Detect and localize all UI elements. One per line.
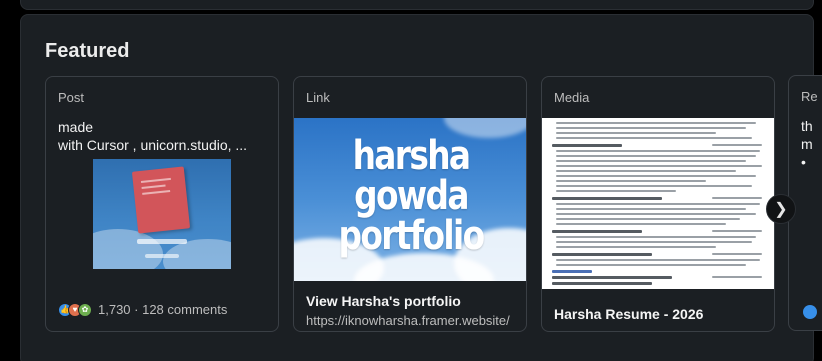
post-text: made with Cursor , unicorn.studio, ...	[58, 118, 270, 154]
resume-document-preview[interactable]	[542, 118, 774, 289]
link-headline-line-3: portfolio	[338, 213, 486, 259]
featured-link-card[interactable]: Link harsha gowda portfolio View Harsha'…	[293, 76, 527, 332]
link-headline-line-2: gowda	[354, 173, 469, 219]
peek-card-text: th m •	[801, 118, 813, 170]
link-url[interactable]: https://iknowharsha.framer.website/	[306, 313, 510, 328]
link-headline-line-1: harsha	[352, 133, 471, 179]
booklet-illustration	[131, 166, 191, 234]
reaction-comment-count: 1,730 · 128 comments	[98, 302, 228, 317]
reactions: 👍 ♥ ✿	[58, 302, 92, 317]
post-image[interactable]	[93, 159, 231, 269]
media-title[interactable]: Harsha Resume - 2026	[554, 306, 703, 322]
link-preview-image[interactable]: harsha gowda portfolio	[294, 118, 526, 281]
peek-card-type-label: Re	[801, 89, 818, 104]
featured-post-card[interactable]: Post made with Cursor , unicorn.studio, …	[45, 76, 279, 332]
featured-media-card[interactable]: Media Harsha Resume - 2026	[541, 76, 775, 332]
link-image-headline: harsha gowda portfolio	[315, 136, 507, 256]
section-title: Featured	[45, 40, 130, 62]
next-arrow-button[interactable]: ❯	[766, 194, 796, 224]
support-icon: ✿	[78, 302, 92, 317]
post-text-line-1: made	[58, 119, 94, 135]
post-image-caption	[137, 239, 187, 244]
post-text-line-2: with Cursor , unicorn.studio, ...	[58, 137, 248, 153]
card-type-label: Link	[306, 90, 330, 105]
post-image-caption-2	[145, 254, 179, 258]
card-type-label: Media	[554, 90, 590, 105]
post-stats[interactable]: 👍 ♥ ✿ 1,730 · 128 comments	[58, 302, 227, 317]
card-type-label: Post	[58, 90, 85, 105]
link-title[interactable]: View Harsha's portfolio	[306, 293, 461, 309]
previous-section-card	[20, 0, 814, 10]
featured-section: Featured Post made with Cursor , unicorn…	[20, 14, 814, 361]
like-icon	[803, 305, 817, 319]
chevron-right-icon: ❯	[774, 201, 788, 218]
